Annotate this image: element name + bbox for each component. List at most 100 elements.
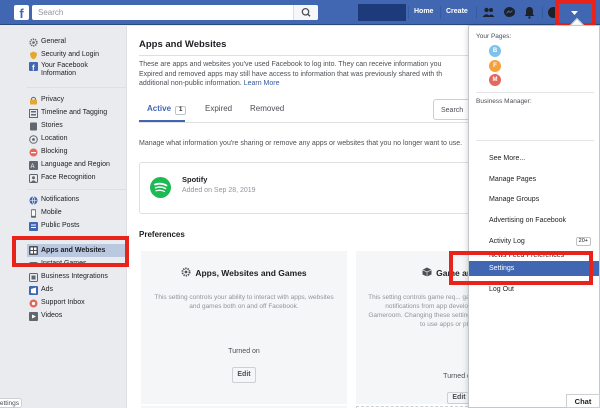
mobile-icon (31, 208, 36, 218)
sidebar-item-blocking[interactable]: Blocking (29, 146, 67, 158)
sidebar-item-language[interactable]: A Language and Region (29, 159, 110, 171)
search-button[interactable] (293, 5, 318, 20)
sidebar-item-location[interactable]: Location (29, 133, 67, 145)
sidebar-item-label: Support Inbox (41, 299, 85, 306)
globe-icon (29, 195, 38, 205)
tab-expired[interactable]: Expired (205, 104, 232, 113)
sidebar-item-label: Notifications (41, 196, 80, 203)
sidebar-item-timeline[interactable]: Timeline and Tagging (29, 107, 107, 119)
menu-divider (476, 92, 594, 93)
page-avatar[interactable]: M (489, 74, 501, 86)
nav-divider (440, 6, 441, 19)
sidebar-item-videos[interactable]: Videos (29, 310, 62, 322)
menu-item-see-more[interactable]: See More... (469, 151, 599, 166)
friend-requests-icon[interactable] (482, 6, 495, 19)
sidebar-item-ads[interactable]: Ads (29, 284, 53, 296)
sidebar-item-stories[interactable]: Stories (29, 120, 63, 132)
search-input[interactable] (32, 5, 282, 20)
page-avatar[interactable]: B (489, 45, 501, 57)
spotify-logo-icon (150, 177, 171, 198)
account-dropdown-menu: Your Pages: B F M Business Manager: See … (468, 25, 600, 408)
gear-icon (29, 37, 38, 47)
tab-label: Active (147, 104, 172, 113)
sidebar-item-notifications[interactable]: Notifications (29, 194, 79, 206)
gear-icon (181, 267, 191, 277)
menu-item-label: Activity Log (489, 238, 525, 245)
highlight-apps-and-websites (12, 236, 129, 267)
sidebar-item-privacy[interactable]: Privacy (29, 94, 64, 106)
public-posts-icon (29, 221, 38, 231)
settings-bookmark-tab[interactable]: ettings (0, 398, 22, 408)
page-avatar[interactable]: F (489, 60, 501, 72)
active-count-badge: 1 (175, 106, 187, 115)
search-apps-input[interactable]: Search (433, 99, 473, 120)
create-link[interactable]: Create (446, 8, 468, 15)
tab-removed[interactable]: Removed (250, 104, 284, 113)
search-box[interactable] (32, 5, 318, 20)
sidebar-item-your-information[interactable]: f Your Facebook Information (29, 62, 88, 82)
notifications-icon[interactable] (523, 6, 536, 19)
preference-card-title-text: Apps, Websites and Games (195, 268, 307, 278)
stories-icon (30, 122, 37, 130)
shield-icon (30, 51, 37, 59)
manage-description: Manage what information you're sharing o… (139, 140, 463, 147)
edit-button[interactable]: Edit (232, 367, 256, 383)
sidebar-item-label: Blocking (41, 148, 68, 155)
intro-line: additional non-public information. Learn… (139, 79, 479, 89)
menu-item-manage-groups[interactable]: Manage Groups (469, 192, 599, 207)
sidebar-item-label: Location (41, 135, 68, 142)
messenger-icon[interactable] (503, 6, 516, 19)
app-name: Spotify (182, 175, 208, 184)
sidebar-item-security[interactable]: Security and Login (29, 49, 99, 61)
sidebar-item-face-recognition[interactable]: Face Recognition (29, 172, 95, 184)
svg-text:f: f (32, 64, 35, 72)
sidebar-item-label: General (41, 38, 66, 45)
sidebar-item-label: Public Posts (41, 222, 80, 229)
cube-icon (422, 267, 432, 277)
page-title: Apps and Websites (139, 39, 227, 50)
menu-item-advertising[interactable]: Advertising on Facebook (469, 213, 599, 228)
intro-line: These are apps and websites you've used … (139, 61, 442, 68)
chat-tab[interactable]: Chat (566, 394, 600, 408)
preference-card-apps-websites-games: Apps, Websites and Games This setting co… (141, 251, 347, 404)
sidebar-item-label: Business Integrations (41, 273, 108, 280)
sidebar-item-label: Language and Region (41, 161, 110, 168)
menu-item-activity-log[interactable]: Activity Log 20+ (469, 234, 599, 249)
ads-icon (29, 285, 38, 295)
sidebar-item-label: Stories (41, 122, 63, 129)
sidebar-divider (27, 87, 127, 88)
facebook-logo[interactable]: f (14, 5, 29, 20)
sidebar-item-label: Videos (41, 312, 63, 319)
sidebar-item-mobile[interactable]: Mobile (29, 207, 62, 219)
highlight-settings (449, 251, 593, 285)
home-link[interactable]: Home (414, 8, 433, 15)
intro-line-text: additional non-public information. (139, 80, 242, 87)
nav-divider (476, 6, 477, 19)
profile-link[interactable] (358, 4, 406, 21)
intro-text: These are apps and websites you've used … (139, 60, 479, 89)
sidebar-item-general[interactable]: General (29, 36, 66, 48)
app-added-date: Added on Sep 28, 2019 (182, 187, 256, 194)
learn-more-link[interactable]: Learn More (244, 80, 280, 87)
sidebar-item-label: Face Recognition (41, 174, 96, 181)
preference-card-description: This setting controls your ability to in… (154, 294, 334, 310)
sidebar-item-business-integrations[interactable]: Business Integrations (29, 271, 108, 283)
language-icon: A (29, 160, 38, 170)
sidebar-item-public-posts[interactable]: Public Posts (29, 220, 80, 232)
business-manager-label: Business Manager: (476, 98, 532, 105)
tab-active[interactable]: Active 1 (147, 104, 187, 115)
menu-item-manage-pages[interactable]: Manage Pages (469, 172, 599, 187)
sidebar-item-support-inbox[interactable]: Support Inbox (29, 297, 85, 309)
menu-divider (476, 140, 594, 141)
timeline-icon (29, 108, 38, 118)
business-icon (29, 272, 38, 282)
activity-count-badge: 20+ (575, 237, 591, 246)
lock-icon (30, 96, 37, 104)
sidebar-item-label: Security and Login (41, 51, 99, 58)
nav-divider (408, 6, 409, 19)
sidebar-item-label: Timeline and Tagging (41, 109, 108, 116)
search-icon (301, 7, 311, 17)
settings-sidebar: General Security and Login f Your Facebo… (0, 26, 132, 408)
sidebar-item-label: Ads (41, 286, 54, 293)
sidebar-item-label: Mobile (41, 209, 62, 216)
